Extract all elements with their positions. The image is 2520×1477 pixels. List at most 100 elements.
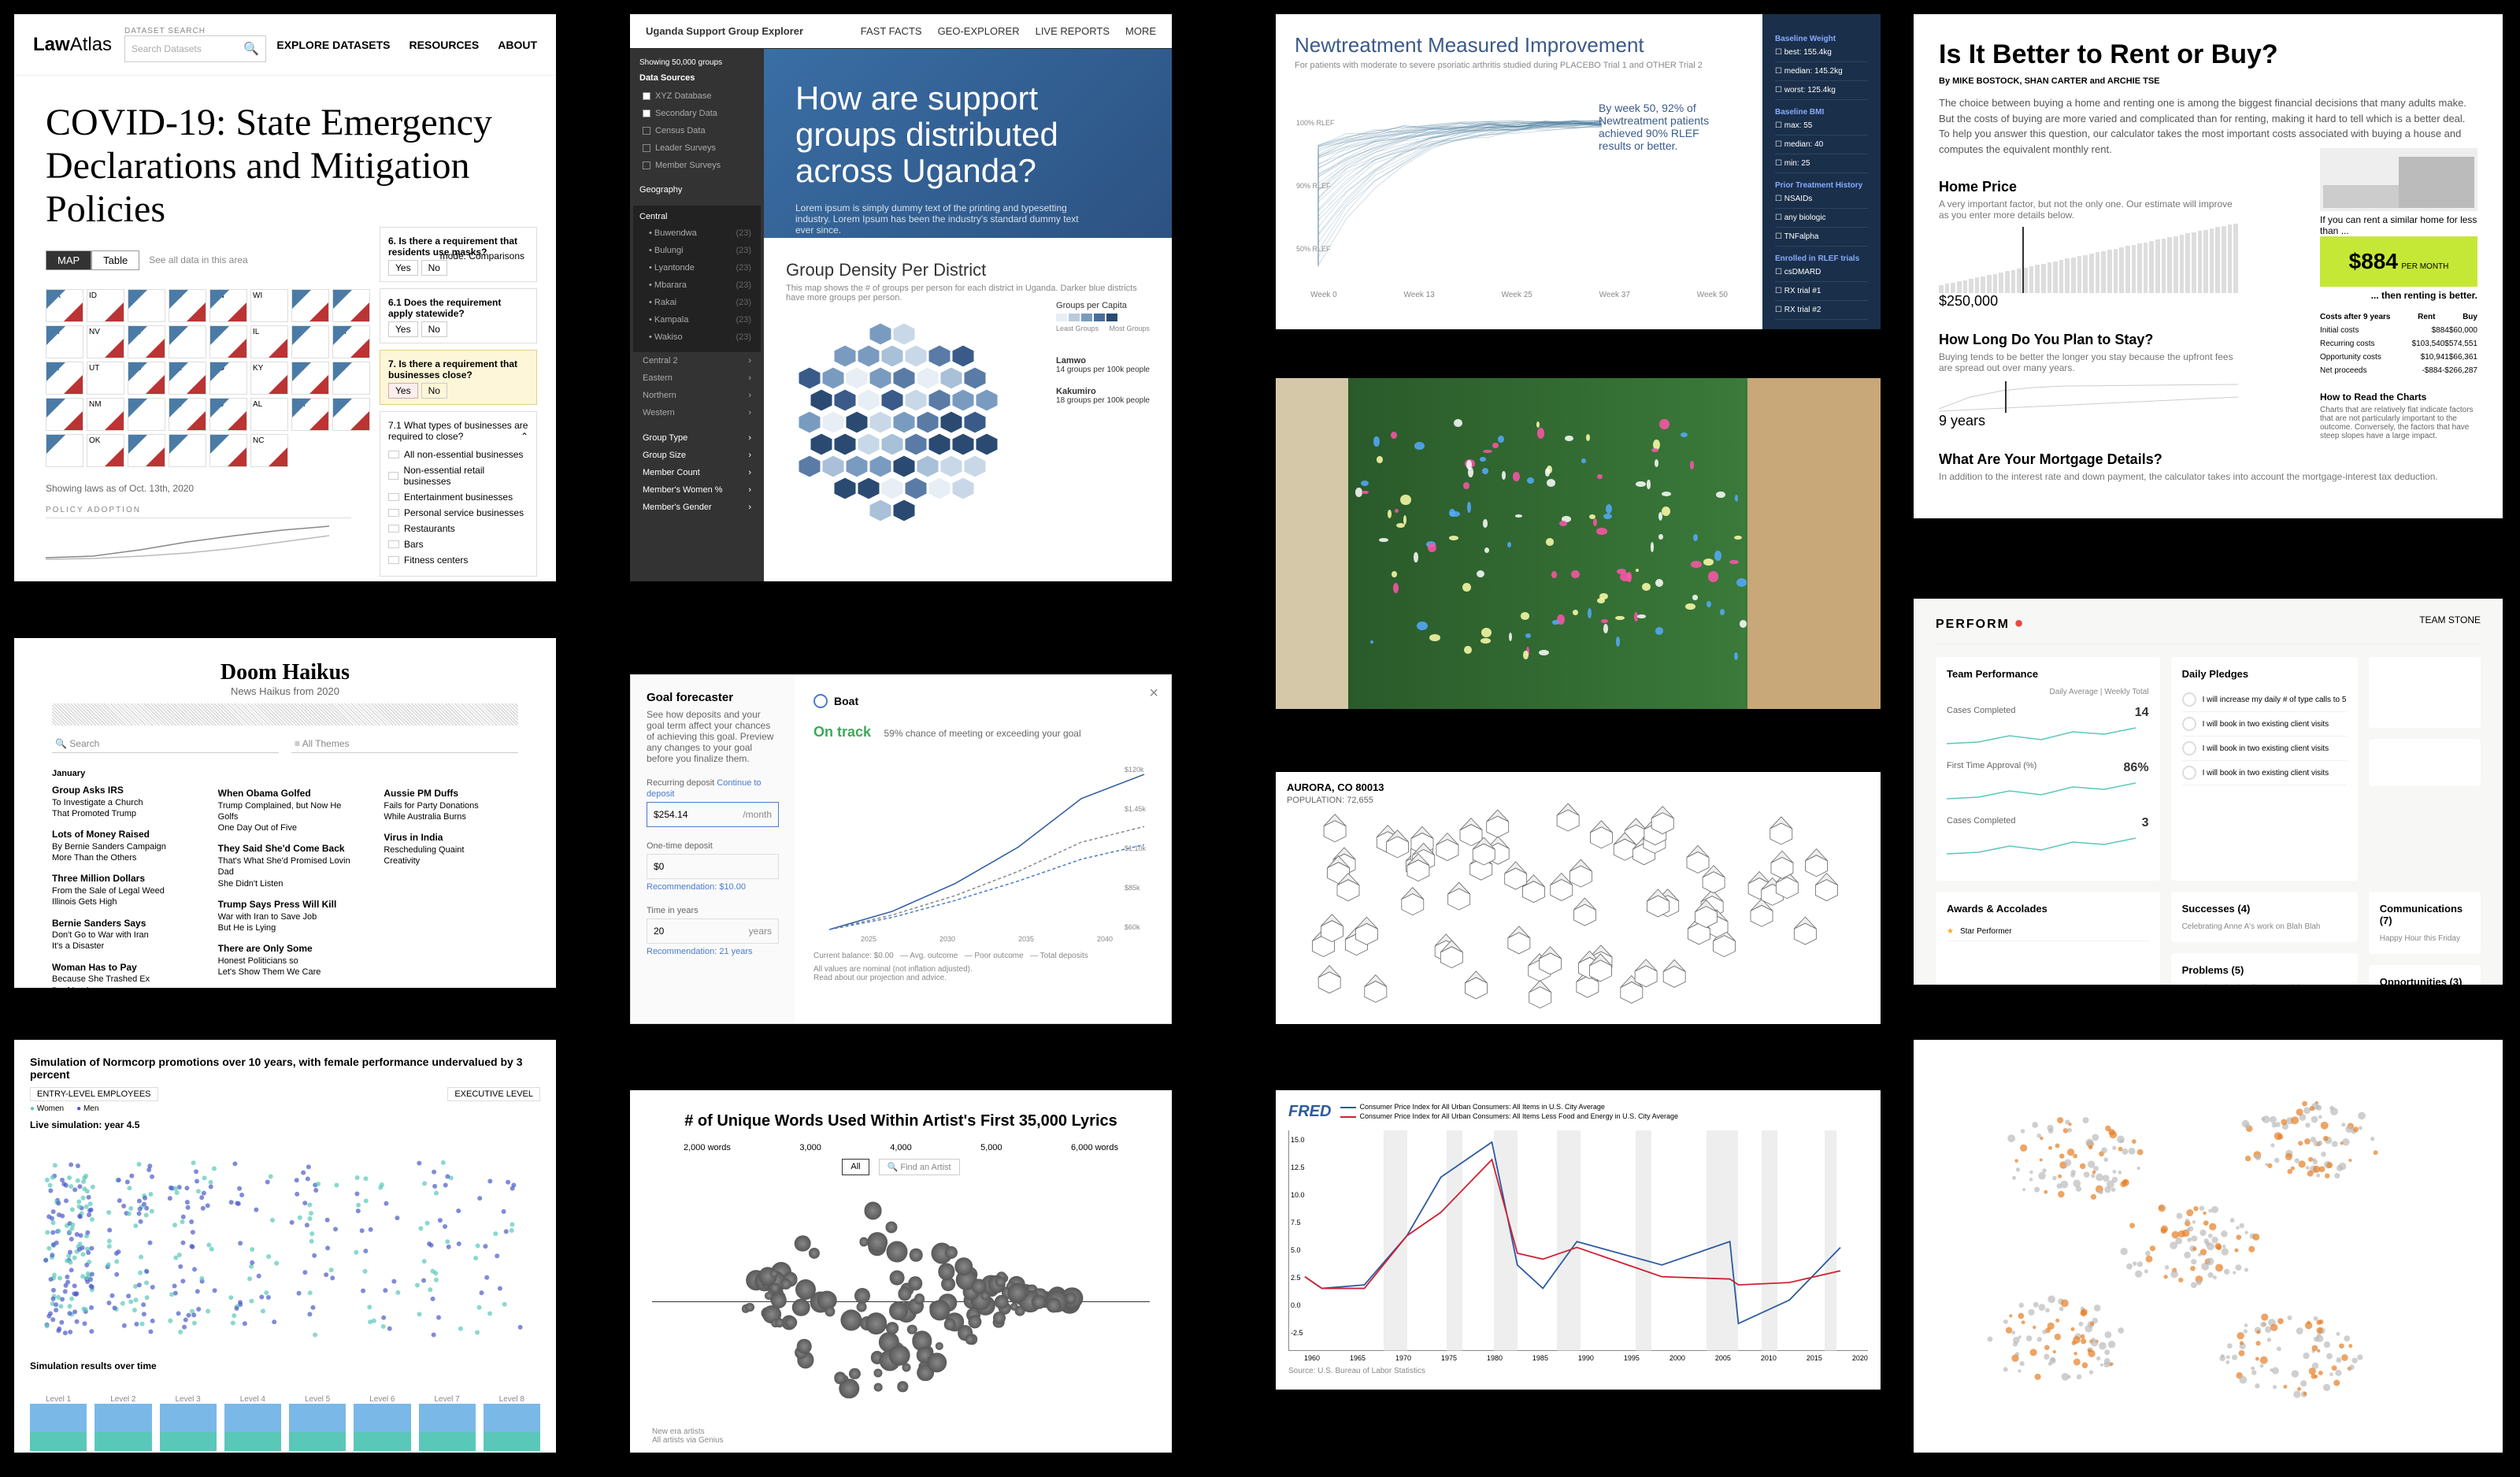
artist-dot[interactable] bbox=[885, 1222, 897, 1234]
filter-section[interactable]: Member Count › bbox=[639, 464, 754, 481]
artist-dot[interactable] bbox=[825, 1306, 835, 1316]
state-cell[interactable]: PA bbox=[332, 362, 370, 395]
artist-dot[interactable] bbox=[874, 1382, 883, 1391]
district-item[interactable]: • Wakiso (23) bbox=[639, 328, 754, 346]
business-option[interactable]: Non-essential retail businesses bbox=[388, 462, 528, 489]
state-cell[interactable]: IA bbox=[209, 325, 247, 358]
question-6-1[interactable]: 6.1 Does the requirement apply statewide… bbox=[380, 288, 537, 343]
state-cell[interactable]: WI bbox=[250, 289, 288, 322]
artist-dot[interactable] bbox=[745, 1303, 754, 1312]
config-checkbox[interactable]: ☐ any biologic bbox=[1775, 209, 1868, 228]
state-cell[interactable]: MO bbox=[209, 362, 247, 395]
pledge-item[interactable]: I will increase my daily # of type calls… bbox=[2182, 688, 2347, 712]
haiku-item[interactable]: Aussie PM DuffsFails for Party Donations… bbox=[384, 788, 518, 822]
question-6[interactable]: 6. Is there a requirement that residents… bbox=[380, 227, 537, 282]
artist-dot[interactable] bbox=[945, 1246, 958, 1259]
pledge-item[interactable]: I will book in two existing client visit… bbox=[2182, 712, 2347, 737]
config-checkbox[interactable]: ☐ best: 155.4kg bbox=[1775, 43, 1868, 62]
state-cell[interactable]: OH bbox=[332, 325, 370, 358]
state-cell[interactable]: NY bbox=[332, 289, 370, 322]
pledge-item[interactable]: I will book in two existing client visit… bbox=[2182, 761, 2347, 785]
business-option[interactable]: All non-essential businesses bbox=[388, 447, 528, 462]
state-cell[interactable]: IN bbox=[291, 325, 329, 358]
recurring-input[interactable]: $254.14/month bbox=[647, 802, 779, 827]
artist-dot[interactable] bbox=[864, 1201, 882, 1219]
artist-dot[interactable] bbox=[914, 1293, 925, 1304]
stay-slider[interactable] bbox=[1939, 381, 2238, 413]
price-slider[interactable] bbox=[1939, 230, 2238, 293]
state-cell[interactable]: KS bbox=[128, 398, 165, 431]
tab-table[interactable]: Table bbox=[91, 250, 139, 270]
source-filter[interactable]: Member Surveys bbox=[639, 157, 754, 174]
filter-section[interactable]: Member's Gender › bbox=[639, 499, 754, 516]
state-cell[interactable]: AZ bbox=[46, 398, 83, 431]
geo-section[interactable]: Eastern › bbox=[639, 369, 754, 387]
source-filter[interactable]: Census Data bbox=[639, 122, 754, 139]
state-cell[interactable]: SC bbox=[209, 434, 247, 467]
tab-map[interactable]: MAP bbox=[46, 250, 91, 270]
nav-resources[interactable]: RESOURCES bbox=[410, 39, 480, 51]
filter-section[interactable]: Member's Women % › bbox=[639, 481, 754, 499]
nav-more[interactable]: MORE bbox=[1125, 25, 1156, 37]
state-cell[interactable]: NV bbox=[87, 325, 124, 358]
district-item[interactable]: • Kampala (23) bbox=[639, 311, 754, 328]
onetime-input[interactable]: $0 bbox=[647, 854, 779, 879]
artist-dot[interactable] bbox=[889, 1345, 910, 1366]
haiku-item[interactable]: Trump Says Press Will KillWar with Iran … bbox=[218, 899, 353, 933]
source-filter[interactable]: Leader Surveys bbox=[639, 139, 754, 157]
district-item[interactable]: • Mbarara (23) bbox=[639, 276, 754, 294]
haiku-item[interactable]: Virus in IndiaRescheduling QuaintCreativ… bbox=[384, 832, 518, 867]
state-cell[interactable]: KY bbox=[250, 362, 288, 395]
state-cell[interactable]: SD bbox=[169, 325, 206, 358]
artist-dot[interactable] bbox=[856, 1302, 866, 1312]
state-cell[interactable]: ID bbox=[87, 289, 124, 322]
business-option[interactable]: Restaurants bbox=[388, 521, 528, 536]
artist-dot[interactable] bbox=[849, 1368, 860, 1379]
haiku-item[interactable]: There are Only SomeHonest Politicians so… bbox=[218, 943, 353, 978]
artist-dot[interactable] bbox=[792, 1298, 810, 1316]
haiku-item[interactable]: Bernie Sanders SaysDon't Go to War with … bbox=[52, 918, 187, 952]
haiku-item[interactable]: Lots of Money RaisedBy Bernie Sanders Ca… bbox=[52, 829, 187, 863]
artist-dot[interactable] bbox=[1032, 1294, 1047, 1309]
theme-filter[interactable]: ≡ All Themes bbox=[291, 735, 518, 753]
artist-dot[interactable] bbox=[797, 1339, 812, 1354]
state-cell[interactable]: ND bbox=[169, 289, 206, 322]
state-cell[interactable]: MN bbox=[209, 289, 247, 322]
nav-facts[interactable]: FAST FACTS bbox=[861, 25, 922, 37]
business-option[interactable]: Entertainment businesses bbox=[388, 489, 528, 505]
state-cell[interactable]: MT bbox=[128, 289, 165, 322]
artist-dot[interactable] bbox=[889, 1271, 904, 1286]
haiku-item[interactable]: Woman Has to PayBecause She Trashed Ex B… bbox=[52, 962, 187, 988]
artist-dot[interactable] bbox=[867, 1232, 888, 1252]
state-cell[interactable]: IL bbox=[250, 325, 288, 358]
artist-dot[interactable] bbox=[936, 1342, 943, 1350]
haiku-item[interactable]: When Obama GolfedTrump Complained, but N… bbox=[218, 788, 353, 833]
artist-dot[interactable] bbox=[874, 1368, 883, 1377]
geo-section[interactable]: Western › bbox=[639, 404, 754, 421]
artist-dot[interactable] bbox=[889, 1301, 908, 1320]
filter-central[interactable]: Central bbox=[639, 212, 754, 221]
state-cell[interactable]: TX bbox=[46, 434, 83, 467]
artist-dot[interactable] bbox=[993, 1312, 1006, 1324]
state-cell[interactable]: UT bbox=[87, 362, 124, 395]
artist-dot[interactable] bbox=[908, 1276, 921, 1290]
artist-dot[interactable] bbox=[780, 1278, 791, 1290]
config-checkbox[interactable]: ☐ min: 25 bbox=[1775, 154, 1868, 173]
config-checkbox[interactable]: ☐ median: 40 bbox=[1775, 135, 1868, 154]
config-checkbox[interactable]: ☐ max: 55 bbox=[1775, 117, 1868, 135]
uganda-map[interactable] bbox=[786, 318, 1022, 539]
state-cell[interactable]: NC bbox=[250, 434, 288, 467]
state-cell[interactable]: NM bbox=[87, 398, 124, 431]
config-checkbox[interactable]: ☐ worst: 125.4kg bbox=[1775, 81, 1868, 100]
district-item[interactable]: • Rakai (23) bbox=[639, 294, 754, 311]
artist-dot[interactable] bbox=[886, 1322, 899, 1334]
geo-section[interactable]: Northern › bbox=[639, 387, 754, 404]
state-cell[interactable]: AL bbox=[250, 398, 288, 431]
business-option[interactable]: Fitness centers bbox=[388, 552, 528, 568]
artist-dot[interactable] bbox=[1008, 1283, 1028, 1303]
artist-dot[interactable] bbox=[770, 1293, 786, 1308]
artist-dot[interactable] bbox=[886, 1241, 907, 1262]
question-7[interactable]: 7. Is there a requirement that businesse… bbox=[380, 350, 537, 405]
config-checkbox[interactable]: ☐ csDMARD bbox=[1775, 263, 1868, 282]
nav-about[interactable]: ABOUT bbox=[498, 39, 537, 51]
